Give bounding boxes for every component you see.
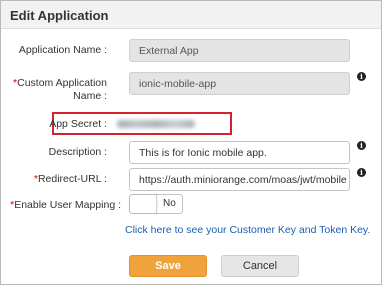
enable-user-mapping-toggle[interactable]: No [129, 194, 183, 214]
dialog-header: Edit Application [1, 1, 381, 29]
custom-application-name-field[interactable]: ionic-mobile-app [129, 72, 350, 95]
save-button[interactable]: Save [129, 255, 207, 277]
info-icon[interactable]: i [357, 168, 366, 177]
description-label: Description : [48, 146, 107, 158]
customer-key-link[interactable]: Click here to see your Customer Key and … [125, 224, 370, 236]
custom-application-name-label: *Custom Application Name : [13, 77, 107, 102]
toggle-state-label: No [163, 198, 176, 209]
enable-user-mapping-label: *Enable User Mapping : [10, 199, 121, 211]
application-name-label: Application Name : [18, 44, 107, 56]
redirect-url-input[interactable]: https://auth.miniorange.com/moas/jwt/mob… [129, 168, 350, 191]
cancel-button[interactable]: Cancel [221, 255, 299, 277]
app-secret-value-redacted [117, 120, 195, 128]
toggle-knob[interactable] [130, 195, 157, 213]
application-name-field[interactable]: External App [129, 39, 350, 62]
edit-application-dialog: Edit Application Application Name : Exte… [0, 0, 382, 285]
redirect-url-label: *Redirect-URL : [33, 173, 107, 185]
description-input[interactable]: This is for Ionic mobile app. [129, 141, 350, 164]
dialog-title: Edit Application [10, 8, 109, 23]
info-icon[interactable]: i [357, 141, 366, 150]
info-icon[interactable]: i [357, 72, 366, 81]
app-secret-label: App Secret : [49, 118, 107, 130]
